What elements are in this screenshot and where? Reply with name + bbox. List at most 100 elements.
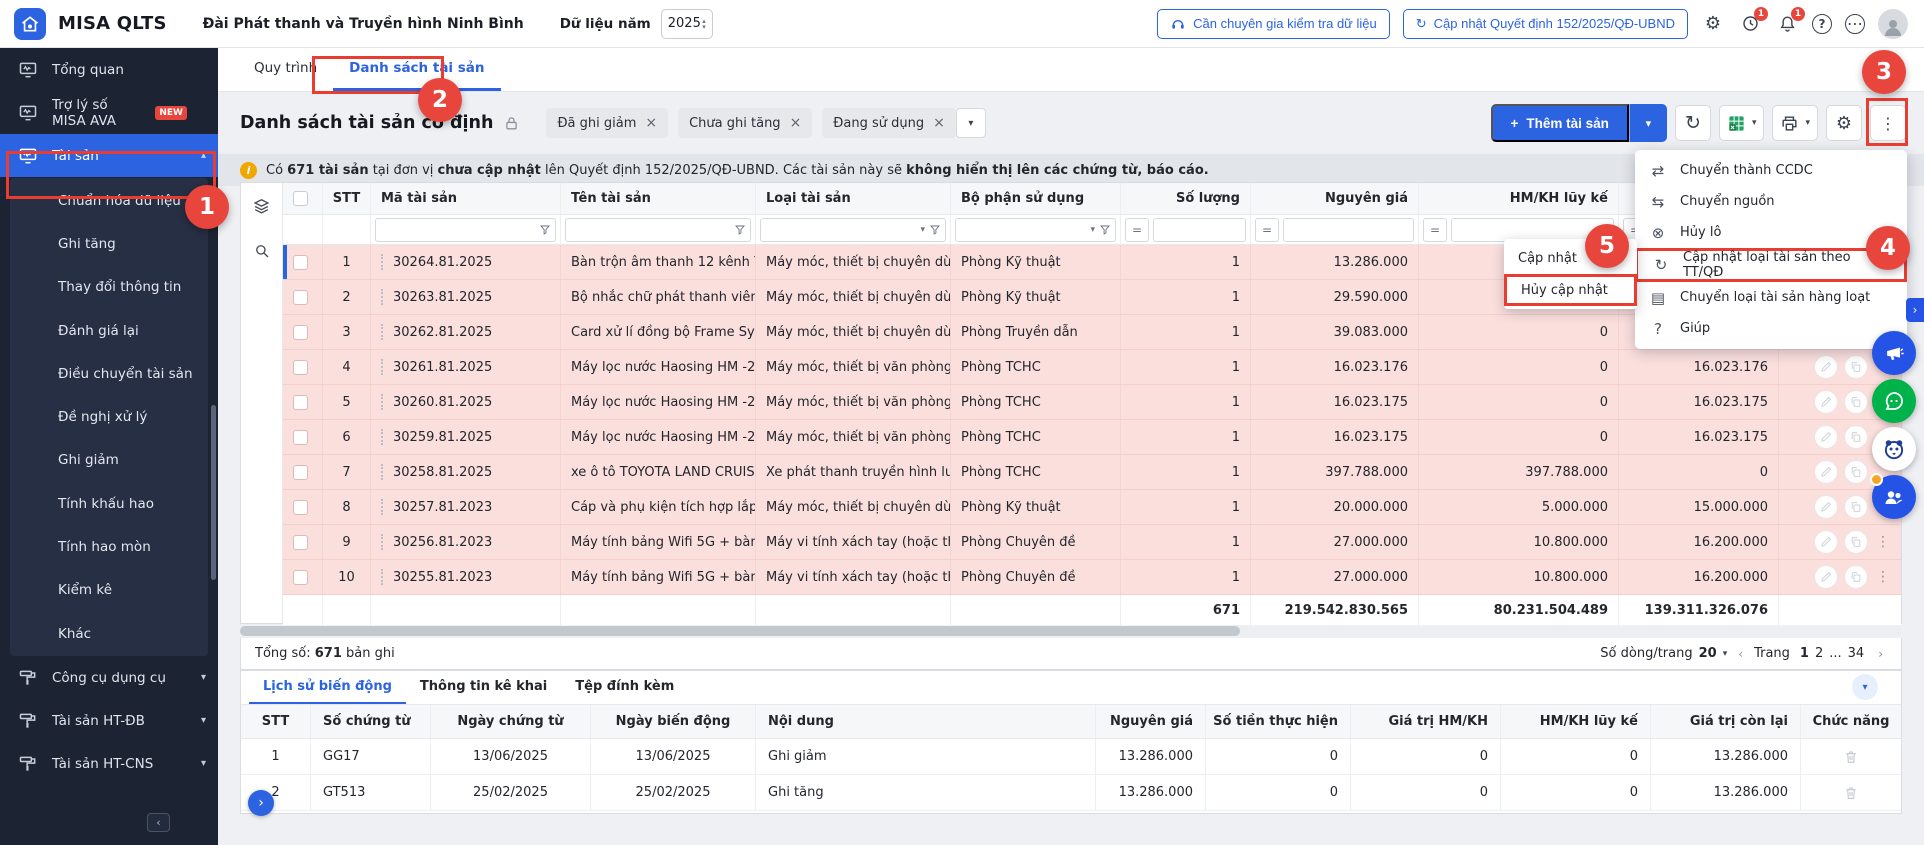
row-checkbox[interactable] — [293, 465, 308, 480]
copy-icon[interactable] — [1844, 390, 1868, 414]
detail-tab[interactable]: Tệp đính kèm — [561, 671, 688, 704]
chat-support-icon[interactable] — [1872, 379, 1916, 423]
edit-pencil-icon[interactable] — [1814, 425, 1838, 449]
sidebar-submenu-item[interactable]: Điều chuyển tài sản — [10, 352, 208, 395]
search-icon[interactable] — [253, 242, 271, 260]
equals-operator[interactable]: = — [1255, 218, 1279, 242]
sidebar-item[interactable]: Tài sản ▴ — [0, 134, 218, 177]
more-options-icon[interactable]: ⋯ — [1845, 14, 1865, 34]
row-checkbox[interactable] — [293, 570, 308, 585]
row-more-icon[interactable]: ⋮ — [1876, 569, 1890, 585]
copy-icon[interactable] — [1844, 425, 1868, 449]
copy-icon[interactable] — [1844, 460, 1868, 484]
copy-icon[interactable] — [1844, 495, 1868, 519]
edit-pencil-icon[interactable] — [1814, 530, 1838, 554]
drag-handle-icon[interactable] — [381, 534, 385, 550]
edit-pencil-icon[interactable] — [1814, 495, 1838, 519]
drag-handle-icon[interactable] — [381, 429, 385, 445]
row-checkbox[interactable] — [293, 255, 308, 270]
chip-close-icon[interactable]: × — [790, 115, 802, 131]
drag-handle-icon[interactable] — [381, 394, 385, 410]
page-tab[interactable]: Quy trình — [238, 48, 333, 91]
sidebar-submenu-item[interactable]: Đánh giá lại — [10, 309, 208, 352]
copy-icon[interactable] — [1844, 355, 1868, 379]
sidebar-submenu-item[interactable]: Thay đổi thông tin — [10, 266, 208, 309]
edit-pencil-icon[interactable] — [1814, 355, 1838, 379]
print-button[interactable]: ▾ — [1772, 105, 1818, 141]
row-checkbox[interactable] — [293, 395, 308, 410]
sidebar-submenu-item[interactable]: Tính hao mòn — [10, 525, 208, 568]
page-number[interactable]: 2 — [1812, 646, 1826, 661]
help-icon[interactable]: ? — [1812, 14, 1832, 34]
sidebar-submenu-item[interactable]: Khác — [10, 612, 208, 655]
submenu-item[interactable]: Hủy cập nhật — [1504, 274, 1637, 306]
update-decision-button[interactable]: ↻ Cập nhật Quyết định 152/2025/QĐ-UBND — [1403, 9, 1688, 39]
community-people-icon[interactable] — [1872, 475, 1916, 519]
sidebar-submenu-item[interactable]: Đề nghị xử lý — [10, 395, 208, 438]
row-checkbox[interactable] — [293, 290, 308, 305]
copy-icon[interactable] — [1844, 565, 1868, 589]
menu-item[interactable]: ▤ Chuyển loại tài sản hàng loạt › — [1635, 282, 1907, 313]
select-all-checkbox[interactable] — [293, 191, 308, 206]
history-row[interactable]: 2 GT513 25/02/2025 25/02/2025 Ghi tăng 1… — [241, 775, 1901, 811]
per-page-control[interactable]: Số dòng/trang 20 ▾ — [1600, 646, 1727, 661]
filter-chip[interactable]: Đã ghi giảm × — [546, 108, 668, 138]
history-clock-icon[interactable]: 1 — [1738, 12, 1762, 36]
next-page-icon[interactable]: › — [1874, 647, 1887, 661]
lock-icon[interactable] — [503, 115, 520, 132]
sidebar-expand-button[interactable]: › — [248, 790, 274, 816]
edit-pencil-icon[interactable] — [1814, 565, 1838, 589]
app-logo-icon[interactable] — [14, 8, 46, 40]
add-asset-dropdown[interactable]: ▾ — [1629, 104, 1667, 142]
more-actions-button[interactable]: ⋮ — [1870, 105, 1906, 141]
page-number[interactable]: 34 — [1845, 646, 1868, 661]
page-tab[interactable]: Danh sách tài sản — [333, 48, 500, 91]
panda-assistant-icon[interactable] — [1872, 427, 1916, 471]
filter-input-nguyengia[interactable] — [1283, 218, 1414, 242]
row-more-icon[interactable]: ⋮ — [1876, 534, 1890, 550]
history-row[interactable]: 1 GG17 13/06/2025 13/06/2025 Ghi giảm 13… — [241, 739, 1901, 775]
sidebar-submenu-item[interactable]: Kiểm kê — [10, 569, 208, 612]
sidebar-item[interactable]: Tài sản HT-CNS ▾ — [0, 742, 218, 785]
page-number[interactable]: 1 — [1797, 646, 1812, 661]
drag-handle-icon[interactable] — [381, 359, 385, 375]
equals-operator[interactable]: = — [1125, 218, 1149, 242]
menu-item[interactable]: ? Giúp › — [1635, 313, 1907, 344]
expert-check-button[interactable]: Cần chuyên gia kiểm tra dữ liệu — [1157, 9, 1390, 39]
filter-dropdown-button[interactable]: ▾ — [956, 108, 986, 138]
refresh-button[interactable]: ↻ — [1675, 105, 1711, 141]
voucher-link[interactable]: GG17 — [311, 739, 431, 774]
table-row[interactable]: 10 30255.81.2023 Máy tính bảng Wifi 5G +… — [283, 560, 1901, 595]
filter-input-ma[interactable] — [375, 218, 556, 242]
edit-pencil-icon[interactable] — [1814, 390, 1838, 414]
filter-chip[interactable]: Chưa ghi tăng × — [678, 108, 812, 138]
sidebar-item[interactable]: Tổng quan ▴ — [0, 48, 218, 91]
trash-icon[interactable] — [1843, 785, 1859, 801]
notification-bell-icon[interactable]: 1 — [1775, 12, 1799, 36]
export-excel-button[interactable]: ▾ — [1719, 105, 1765, 141]
sidebar-item[interactable]: Công cụ dụng cụ ▾ — [0, 656, 218, 699]
page-number[interactable]: ... — [1826, 646, 1844, 661]
filter-select-loai[interactable]: ▾ — [760, 218, 946, 242]
drag-handle-icon[interactable] — [381, 464, 385, 480]
row-checkbox[interactable] — [293, 430, 308, 445]
row-checkbox[interactable] — [293, 325, 308, 340]
detail-collapse-icon[interactable]: ▾ — [1852, 674, 1878, 700]
drag-handle-icon[interactable] — [381, 499, 385, 515]
sidebar-submenu-item[interactable]: Ghi tăng — [10, 222, 208, 265]
sidebar-collapse-button[interactable]: ‹ — [147, 813, 170, 832]
year-stepper-icons[interactable]: ▴▾ — [702, 18, 706, 30]
edit-pencil-icon[interactable] — [1814, 460, 1838, 484]
horizontal-scrollbar-thumb[interactable] — [240, 626, 1240, 636]
user-avatar[interactable] — [1878, 9, 1908, 39]
edge-expand-icon[interactable]: › — [1906, 298, 1924, 322]
filter-input-soluong[interactable] — [1153, 218, 1246, 242]
drag-handle-icon[interactable] — [381, 289, 385, 305]
sidebar-submenu-item[interactable]: Chuẩn hóa dữ liệu — [10, 179, 208, 222]
table-row[interactable]: 5 30260.81.2025 Máy lọc nước Haosing HM … — [283, 385, 1901, 420]
table-row[interactable]: 7 30258.81.2025 xe ô tô TOYOTA LAND CRUI… — [283, 455, 1901, 490]
sidebar-item[interactable]: Trợ lý số MISA AVA NEW ▴ — [0, 91, 218, 134]
row-checkbox[interactable] — [293, 500, 308, 515]
equals-operator[interactable]: = — [1423, 218, 1447, 242]
add-asset-button[interactable]: + Thêm tài sản — [1491, 104, 1629, 142]
